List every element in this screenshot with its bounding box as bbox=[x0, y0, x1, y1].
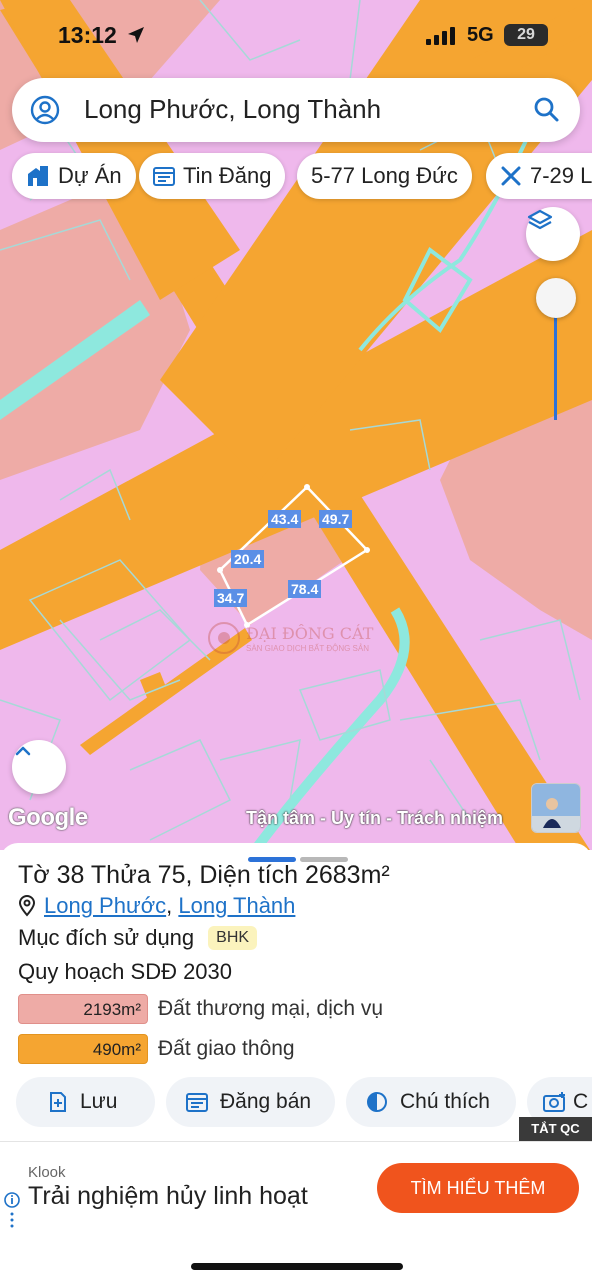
ad-brand: Klook bbox=[28, 1164, 66, 1181]
calendar-list-icon bbox=[153, 166, 175, 186]
ward-link[interactable]: Long Phước bbox=[44, 893, 166, 919]
profile-thumbnail[interactable] bbox=[531, 783, 581, 833]
close-ad-button[interactable]: TẮT QC bbox=[519, 1117, 592, 1141]
calendar-list-icon bbox=[186, 1092, 208, 1112]
chip-tin-dang[interactable]: Tin Đăng bbox=[139, 153, 286, 199]
watermark-logo-icon bbox=[208, 622, 240, 654]
legend-label: Đất thương mại, dịch vụ bbox=[158, 997, 384, 1020]
legend-row: 2193m² Đất thương mại, dịch vụ bbox=[18, 993, 383, 1025]
legend-label: Chú thích bbox=[400, 1090, 490, 1113]
legend-button[interactable]: Chú thích bbox=[346, 1077, 516, 1127]
user-circle-icon[interactable] bbox=[30, 95, 60, 125]
filter-chips: Dự Án Tin Đăng 5-77 Long Đức 7-29 L bbox=[12, 153, 592, 199]
status-time: 13:12 bbox=[58, 22, 117, 48]
dimension-label: 49.7 bbox=[319, 510, 353, 528]
ruler-cross-icon bbox=[500, 165, 522, 187]
google-logo: Google bbox=[8, 804, 88, 831]
dimension-label: 78.4 bbox=[288, 580, 322, 598]
home-area bbox=[0, 1235, 592, 1280]
chip-label: Dự Án bbox=[58, 163, 122, 188]
save-button[interactable]: Lưu bbox=[16, 1077, 155, 1127]
camera-plus-icon bbox=[543, 1091, 567, 1113]
add-photo-label: C bbox=[573, 1090, 589, 1113]
watermark-subtitle: SÀN GIAO DỊCH BẤT ĐỘNG SẢN bbox=[246, 644, 369, 653]
expand-up-button[interactable] bbox=[12, 740, 66, 794]
land-purpose-row: Mục đích sử dụng BHK bbox=[18, 925, 258, 951]
chip-du-an[interactable]: Dự Án bbox=[12, 153, 136, 199]
chip-label: 7-29 L bbox=[530, 163, 592, 188]
dimension-label: 43.4 bbox=[268, 510, 302, 528]
search-bar[interactable]: Long Phước, Long Thành bbox=[12, 78, 580, 142]
district-link[interactable]: Long Thành bbox=[178, 893, 295, 919]
purpose-label: Mục đích sử dụng bbox=[18, 925, 195, 950]
location-separator: , bbox=[166, 893, 179, 918]
bookmark-plus-icon bbox=[48, 1091, 68, 1113]
parcel-location: Long Phước , Long Thành bbox=[18, 893, 295, 919]
post-for-sale-button[interactable]: Đăng bán bbox=[166, 1077, 335, 1127]
legend-area-box: 2193m² bbox=[18, 994, 148, 1024]
post-for-sale-label: Đăng bán bbox=[220, 1090, 312, 1113]
purpose-code-badge: BHK bbox=[208, 926, 258, 950]
status-bar: 13:12 5G 29 bbox=[0, 0, 592, 72]
legend-row: 490m² Đất giao thông bbox=[18, 1033, 295, 1065]
chevron-up-icon bbox=[15, 746, 31, 756]
half-circle-icon bbox=[366, 1091, 388, 1113]
network-type: 5G bbox=[467, 24, 494, 46]
dimension-label: 20.4 bbox=[231, 550, 265, 568]
save-label: Lưu bbox=[80, 1090, 118, 1113]
location-arrow-icon bbox=[128, 27, 144, 43]
learn-more-button[interactable]: TÌM HIỂU THÊM bbox=[377, 1163, 579, 1213]
parcel-title: Tờ 38 Thửa 75, Diện tích 2683m² bbox=[18, 861, 390, 889]
opacity-slider-handle[interactable] bbox=[536, 278, 576, 318]
search-input[interactable]: Long Phước, Long Thành bbox=[84, 94, 381, 125]
dimension-label: 34.7 bbox=[214, 589, 248, 607]
person-photo-icon bbox=[532, 784, 580, 832]
home-indicator[interactable] bbox=[191, 1263, 403, 1270]
plan-label: Quy hoạch SDĐ 2030 bbox=[18, 959, 233, 984]
signal-icon bbox=[426, 27, 455, 45]
map-pin-icon bbox=[18, 895, 36, 917]
watermark-title: ĐẠI ĐÔNG CÁT bbox=[246, 624, 374, 643]
map-tagline: Tận tâm - Uy tín - Trách nhiệm bbox=[246, 808, 504, 828]
layers-button[interactable] bbox=[526, 207, 580, 261]
ad-banner[interactable]: Klook Trải nghiệm hủy linh hoạt TÌM HIỂU… bbox=[0, 1141, 592, 1235]
chip-5-77-long-duc[interactable]: 5-77 Long Đức bbox=[297, 153, 472, 199]
opacity-slider-track[interactable] bbox=[554, 300, 557, 420]
building-icon bbox=[26, 165, 50, 187]
chip-label: Tin Đăng bbox=[183, 163, 272, 188]
search-icon[interactable] bbox=[532, 95, 560, 123]
legend-label: Đất giao thông bbox=[158, 1037, 295, 1060]
chip-7-29[interactable]: 7-29 L bbox=[486, 153, 592, 199]
ad-headline: Trải nghiệm hủy linh hoạt bbox=[28, 1182, 308, 1210]
chip-label: 5-77 Long Đức bbox=[311, 163, 458, 188]
ad-info-icon[interactable] bbox=[4, 1192, 20, 1232]
battery-level: 29 bbox=[504, 24, 548, 46]
layers-icon bbox=[527, 209, 553, 230]
legend-area-box: 490m² bbox=[18, 1034, 148, 1064]
action-buttons: Lưu Đăng bán Chú thích C bbox=[16, 1077, 592, 1127]
